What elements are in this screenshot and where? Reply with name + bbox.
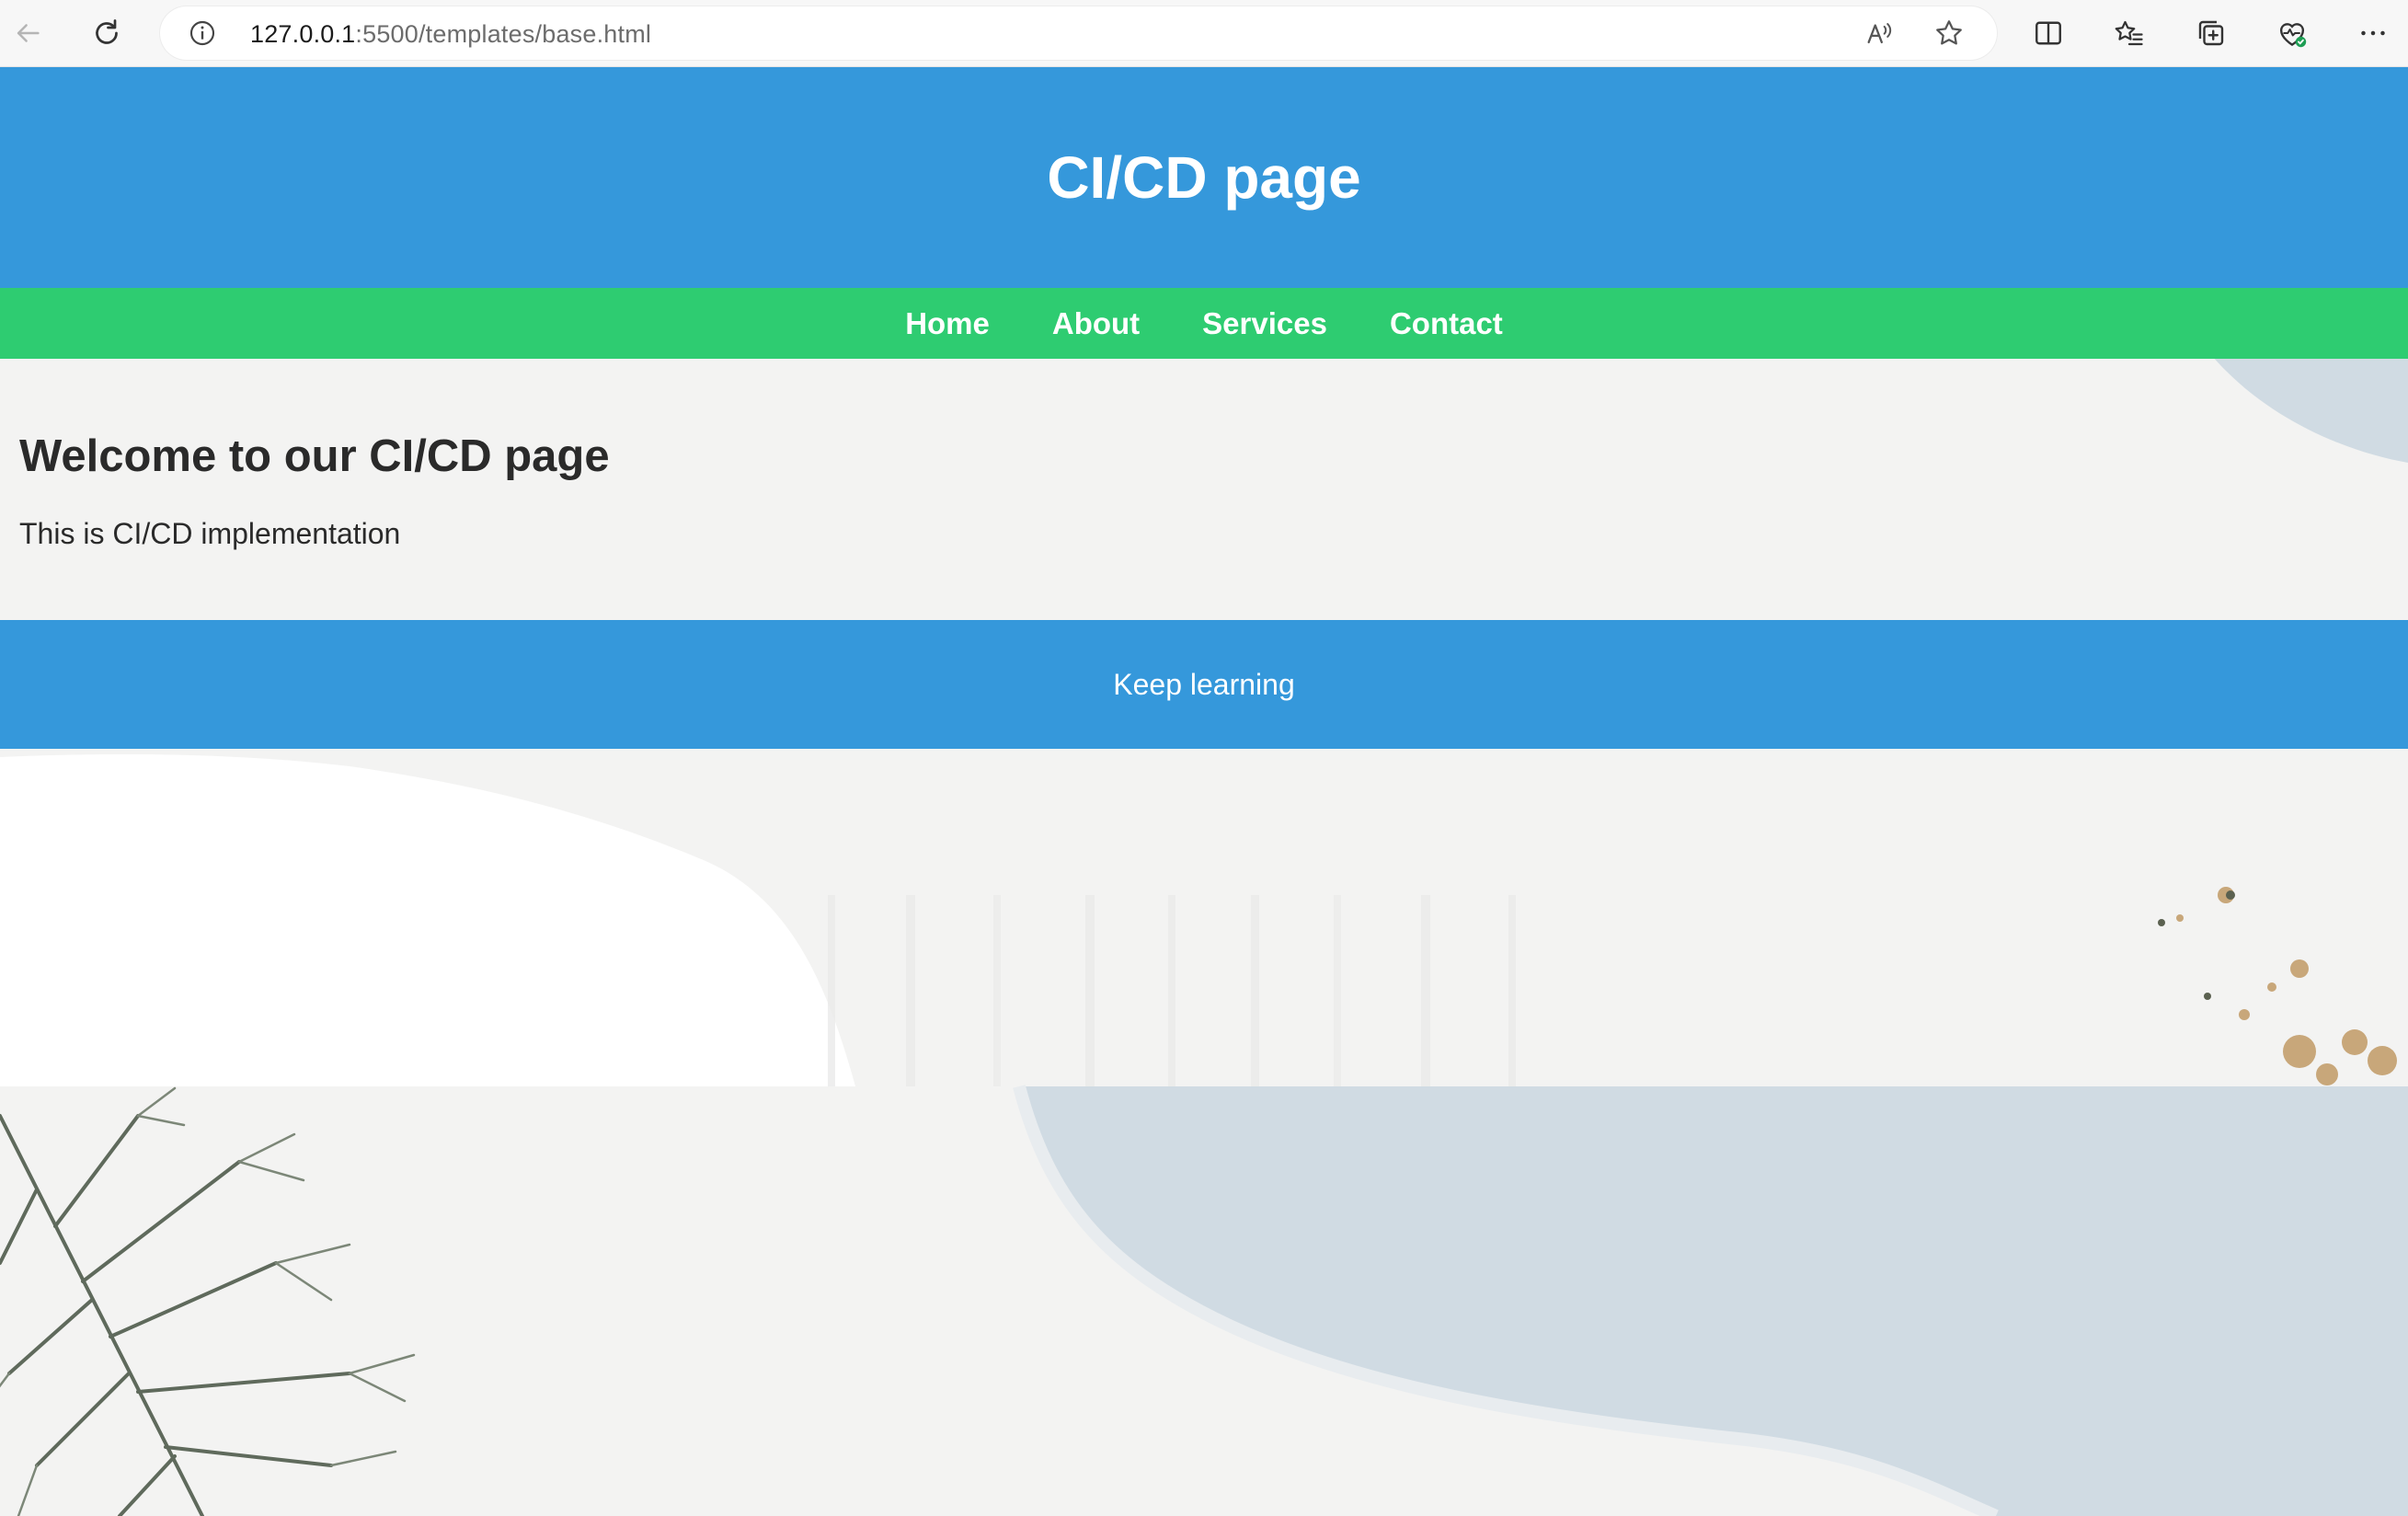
- intro-paragraph: This is CI/CD implementation: [19, 517, 401, 550]
- nav-link-about[interactable]: About: [1052, 306, 1140, 341]
- read-aloud-icon[interactable]: [1862, 16, 1897, 51]
- main-nav: Home About Services Contact: [0, 288, 2408, 359]
- welcome-heading: Welcome to our CI/CD page: [19, 431, 610, 481]
- site-footer: Keep learning: [0, 620, 2408, 749]
- back-arrow-icon[interactable]: [6, 11, 50, 55]
- url-path: :5500/templates/base.html: [355, 20, 652, 48]
- nav-link-contact[interactable]: Contact: [1390, 306, 1503, 341]
- refresh-icon[interactable]: [85, 11, 129, 55]
- favorite-star-icon[interactable]: [1932, 16, 1967, 51]
- browser-essentials-icon[interactable]: [2270, 11, 2314, 55]
- site-header: CI/CD page: [0, 67, 2408, 288]
- nav-link-services[interactable]: Services: [1202, 306, 1327, 341]
- favorites-list-icon[interactable]: [2107, 11, 2151, 55]
- url-host: 127.0.0.1: [250, 20, 356, 48]
- address-bar[interactable]: 127.0.0.1:5500/templates/base.html: [160, 6, 1997, 60]
- more-menu-icon[interactable]: [2351, 11, 2395, 55]
- nav-link-home[interactable]: Home: [905, 306, 990, 341]
- url-text[interactable]: 127.0.0.1:5500/templates/base.html: [250, 20, 651, 49]
- collections-icon[interactable]: [2189, 11, 2233, 55]
- footer-text: Keep learning: [1113, 667, 1295, 701]
- info-icon[interactable]: [188, 18, 217, 48]
- split-screen-icon[interactable]: [2026, 11, 2070, 55]
- browser-toolbar: 127.0.0.1:5500/templates/base.html: [0, 0, 2408, 67]
- site-title: CI/CD page: [1047, 144, 1361, 211]
